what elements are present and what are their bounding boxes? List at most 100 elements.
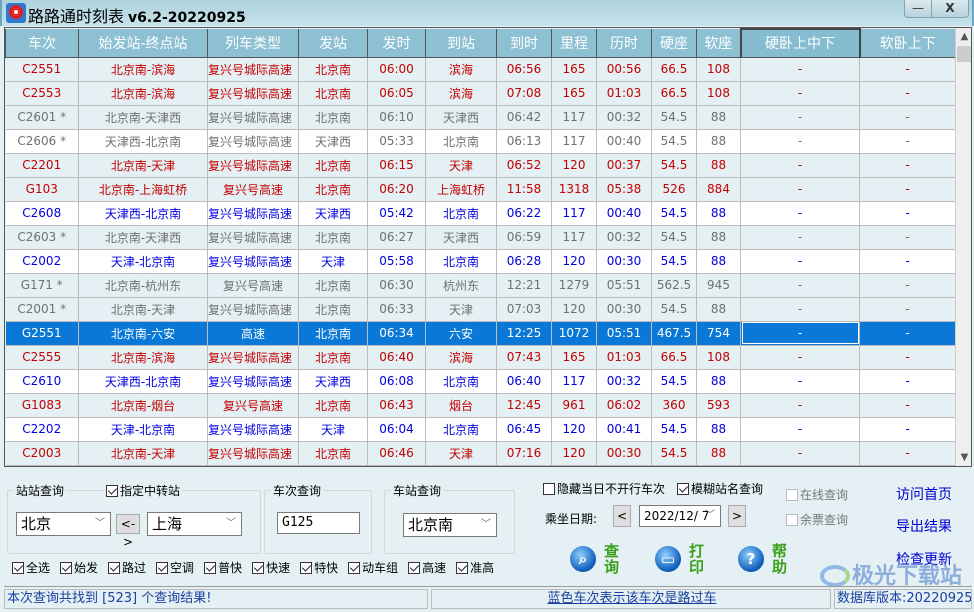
vertical-scrollbar[interactable]: ▲ ▼ xyxy=(955,28,971,466)
table-row[interactable]: C2551 北京南-滨海 复兴号城际高速 北京南 06:00 滨海 06:56 165 00:5… xyxy=(5,57,956,82)
travel-date-picker[interactable]: 2022/12/ 7 ﹀ xyxy=(639,505,721,527)
cell-type: 复兴号高速 xyxy=(207,177,299,202)
table-row[interactable]: C2553 北京南-滨海 复兴号城际高速 北京南 06:05 滨海 07:08 165 01:0… xyxy=(5,81,956,106)
column-header[interactable]: 软卧上下 xyxy=(859,29,956,58)
hide-not-running-checkbox[interactable]: 隐藏当日不开行车次 xyxy=(543,480,665,497)
print-button[interactable]: ▭ 打印 xyxy=(655,543,705,575)
table-row[interactable]: C2601 * 北京南-天津西 复兴号城际高速 北京南 06:10 天津西 06:42 117… xyxy=(5,105,956,130)
column-header[interactable]: 历时 xyxy=(596,29,652,58)
cell-dep: 06:40 xyxy=(367,345,426,370)
column-header[interactable]: 车次 xyxy=(5,29,79,58)
swap-stations-button[interactable]: <-> xyxy=(116,514,140,549)
table-row[interactable]: C2606 * 天津西-北京南 复兴号城际高速 天津西 05:33 北京南 06:13 117… xyxy=(5,129,956,154)
table-row[interactable]: C2555 北京南-滨海 复兴号城际高速 北京南 06:40 滨海 07:43 165 01:0… xyxy=(5,345,956,370)
cell-train: C2551 xyxy=(5,57,79,82)
cell-route: 天津-北京南 xyxy=(78,417,208,442)
visit-homepage-link[interactable]: 访问首页 xyxy=(896,484,952,504)
column-header[interactable]: 到时 xyxy=(496,29,552,58)
filter-checkbox[interactable]: 高速 xyxy=(408,559,446,576)
database-version-status: 数据库版本:20220925 xyxy=(834,589,972,609)
query-button[interactable]: ⌕ 查询 xyxy=(570,543,620,575)
legend-status[interactable]: 蓝色车次表示该车次是路过车 xyxy=(431,589,831,609)
scrollbar-thumb[interactable] xyxy=(957,46,971,62)
cell-soft-seat: 88 xyxy=(696,417,741,442)
transfer-checkbox[interactable]: 指定中转站 xyxy=(104,482,183,499)
minimize-button[interactable]: — xyxy=(904,0,932,18)
table-row[interactable]: G1083 北京南-烟台 复兴号高速 北京南 06:43 烟台 12:45 961 06:02 3… xyxy=(5,393,956,418)
close-icon: X xyxy=(945,1,955,15)
next-date-button[interactable]: > xyxy=(728,505,746,527)
cell-soft-seat: 108 xyxy=(696,81,741,106)
from-station-select[interactable]: 北京 ﹀ xyxy=(16,512,111,536)
cell-arr: 12:21 xyxy=(496,273,552,298)
cell-train: G1083 xyxy=(5,393,79,418)
train-number-input[interactable]: G125 xyxy=(277,512,360,534)
filter-checkbox[interactable]: 始发 xyxy=(60,559,98,576)
column-header[interactable]: 到站 xyxy=(425,29,497,58)
cell-soft-seat: 108 xyxy=(696,345,741,370)
table-row[interactable]: C2610 天津西-北京南 复兴号城际高速 天津西 06:08 北京南 06:40 117 00… xyxy=(5,369,956,394)
cell-soft-sleeper: - xyxy=(859,153,956,178)
filter-checkbox[interactable]: 普快 xyxy=(204,559,242,576)
cell-route: 北京南-滨海 xyxy=(78,57,208,82)
checked-box-icon xyxy=(300,562,313,574)
cell-soft-sleeper: - xyxy=(859,273,956,298)
filter-checkbox[interactable]: 准高 xyxy=(456,559,494,576)
cell-type: 复兴号城际高速 xyxy=(207,105,299,130)
table-row[interactable]: C2608 天津西-北京南 复兴号城际高速 天津西 05:42 北京南 06:22 117 00… xyxy=(5,201,956,226)
filter-checkbox[interactable]: 全选 xyxy=(12,559,50,576)
legend-link[interactable]: 蓝色车次表示该车次是路过车 xyxy=(547,591,716,606)
filter-checkbox[interactable]: 路过 xyxy=(108,559,146,576)
table-row[interactable]: G171 * 北京南-杭州东 复兴号高速 北京南 06:30 杭州东 12:21 1279 05… xyxy=(5,273,956,298)
column-header[interactable]: 列车类型 xyxy=(207,29,299,58)
train-query-label: 车次查询 xyxy=(271,482,324,499)
cell-hard-seat: 54.5 xyxy=(651,441,697,466)
column-header[interactable]: 硬卧上中下 xyxy=(739,28,861,58)
filter-checkbox[interactable]: 特快 xyxy=(300,559,338,576)
fuzzy-search-checkbox[interactable]: 模糊站名查询 xyxy=(677,480,763,497)
train-type-filters: 全选 始发 路过 空调 普快 快速 特快 动车组 高速 准高 xyxy=(12,559,504,576)
ticket-query-checkbox[interactable]: 余票查询 xyxy=(786,511,848,528)
cell-km: 120 xyxy=(551,249,597,274)
cell-dur: 00:40 xyxy=(596,201,652,226)
cell-dur: 00:30 xyxy=(596,249,652,274)
table-row[interactable]: C2001 * 北京南-天津 复兴号城际高速 北京南 06:33 天津 07:03 120 00… xyxy=(5,297,956,322)
disabled-checkbox-icon xyxy=(786,514,798,526)
filter-checkbox[interactable]: 快速 xyxy=(252,559,290,576)
column-header[interactable]: 发站 xyxy=(298,29,368,58)
cell-hard-sleeper: - xyxy=(740,321,860,346)
column-header[interactable]: 里程 xyxy=(551,29,597,58)
check-update-link[interactable]: 检查更新 xyxy=(896,549,952,569)
column-header[interactable]: 软座 xyxy=(696,29,741,58)
scroll-up-icon[interactable]: ▲ xyxy=(956,28,971,45)
help-button[interactable]: ? 帮助 xyxy=(738,543,788,575)
table-row[interactable]: C2603 * 北京南-天津西 复兴号城际高速 北京南 06:27 天津西 06:59 117… xyxy=(5,225,956,250)
cell-train: C2553 xyxy=(5,81,79,106)
previous-date-button[interactable]: < xyxy=(613,505,631,527)
column-header[interactable]: 硬座 xyxy=(651,29,697,58)
export-results-link[interactable]: 导出结果 xyxy=(896,516,952,536)
cell-from: 北京南 xyxy=(298,345,368,370)
cell-hard-sleeper: - xyxy=(740,417,860,442)
to-station-select[interactable]: 上海 ﹀ xyxy=(147,512,242,536)
filter-checkbox[interactable]: 动车组 xyxy=(348,559,398,576)
cell-soft-sleeper: - xyxy=(859,369,956,394)
table-row[interactable]: C2003 北京南-天津 复兴号城际高速 北京南 06:46 天津 07:16 120 00:3… xyxy=(5,441,956,466)
cell-hard-seat: 54.5 xyxy=(651,369,697,394)
scroll-down-icon[interactable]: ▼ xyxy=(956,449,971,466)
cell-type: 复兴号城际高速 xyxy=(207,129,299,154)
column-header[interactable]: 发时 xyxy=(367,29,426,58)
cell-from: 北京南 xyxy=(298,273,368,298)
table-row[interactable]: C2002 天津-北京南 复兴号城际高速 天津 05:58 北京南 06:28 120 00:3… xyxy=(5,249,956,274)
table-row[interactable]: C2201 北京南-天津 复兴号城际高速 北京南 06:15 天津 06:52 120 00:3… xyxy=(5,153,956,178)
stop-station-select[interactable]: 北京南 ﹀ xyxy=(403,513,497,537)
table-row[interactable]: C2202 天津-北京南 复兴号城际高速 天津 06:04 北京南 06:45 120 00:4… xyxy=(5,417,956,442)
column-header[interactable]: 始发站-终点站 xyxy=(78,29,208,58)
filter-checkbox[interactable]: 空调 xyxy=(156,559,194,576)
online-query-checkbox[interactable]: 在线查询 xyxy=(786,486,848,503)
cell-hard-sleeper: - xyxy=(740,177,860,202)
table-row[interactable]: G2551 北京南-六安 高速 北京南 06:34 六安 12:25 1072 05:51 467… xyxy=(5,321,956,346)
table-row[interactable]: G103 北京南-上海虹桥 复兴号高速 北京南 06:20 上海虹桥 11:58 1318 05… xyxy=(5,177,956,202)
close-button[interactable]: X xyxy=(931,0,969,18)
checked-box-icon xyxy=(252,562,265,574)
